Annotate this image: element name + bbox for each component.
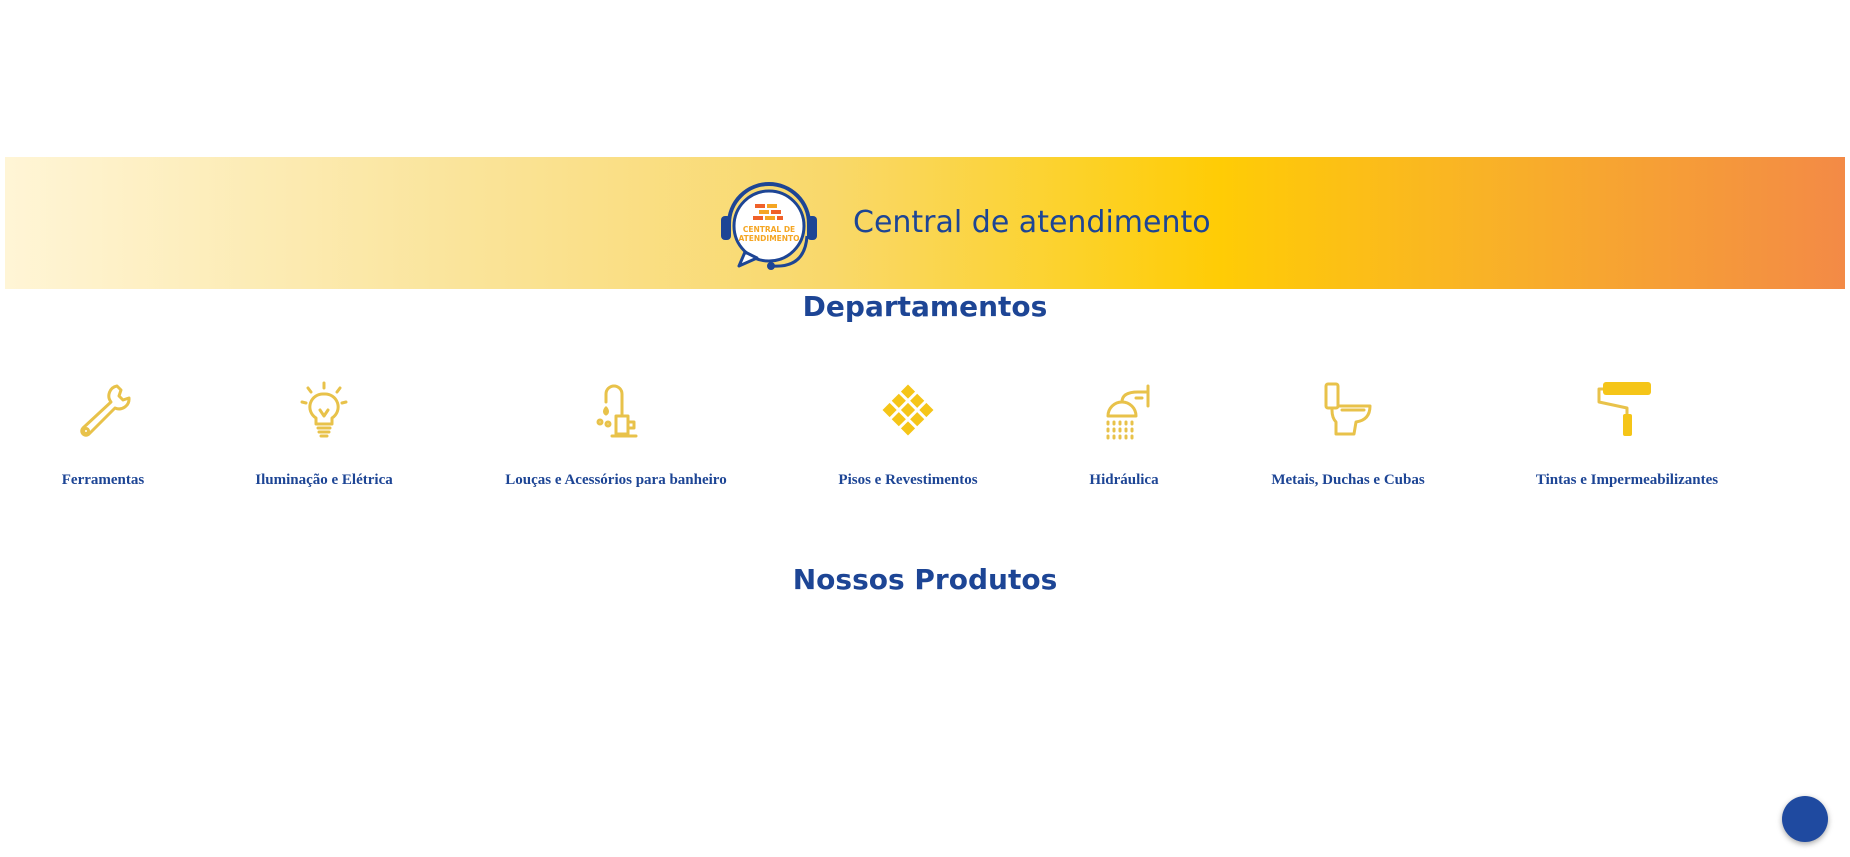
department-item-iluminacao[interactable]: Iluminação e Elétrica <box>255 380 393 488</box>
department-item-metais[interactable]: Metais, Duchas e Cubas <box>1271 380 1425 488</box>
logo-text-line1: CENTRAL DE <box>743 225 795 234</box>
department-label: Tintas e Impermeabilizantes <box>1535 472 1719 488</box>
wrench-icon <box>80 384 131 437</box>
department-item-loucas[interactable]: Louças e Acessórios para banheiro <box>505 380 727 488</box>
department-item-ferramentas[interactable]: Ferramentas <box>62 380 144 488</box>
department-label: Iluminação e Elétrica <box>255 472 393 488</box>
banner-title: Central de atendimento <box>853 205 1211 240</box>
faucet-icon <box>596 384 638 438</box>
lightbulb-icon <box>300 381 348 438</box>
department-label: Pisos e Revestimentos <box>838 472 978 488</box>
shower-icon <box>1106 384 1150 440</box>
department-item-pisos[interactable]: Pisos e Revestimentos <box>838 380 978 488</box>
department-label: Louças e Acessórios para banheiro <box>505 472 727 488</box>
products-heading: Nossos Produtos <box>792 563 1058 596</box>
department-label: Ferramentas <box>61 472 145 488</box>
department-label: Metais, Duchas e Cubas <box>1271 472 1425 488</box>
department-item-tintas[interactable]: Tintas e Impermeabilizantes <box>1536 380 1718 488</box>
departments-heading: Departamentos <box>802 290 1048 323</box>
toilet-icon <box>1324 382 1372 436</box>
department-item-hidraulica[interactable]: Hidráulica <box>1089 380 1159 488</box>
department-label: Hidráulica <box>1089 472 1159 488</box>
logo-text-line2: ATENDIMENTO <box>738 234 799 243</box>
floating-chat-button[interactable] <box>1782 796 1828 842</box>
customer-service-banner[interactable]: CENTRAL DE ATENDIMENTO Central de atendi… <box>5 157 1845 289</box>
headset-support-logo-icon: CENTRAL DE ATENDIMENTO <box>721 182 817 270</box>
paint-roller-icon <box>1597 382 1651 436</box>
tiles-icon <box>882 384 934 436</box>
